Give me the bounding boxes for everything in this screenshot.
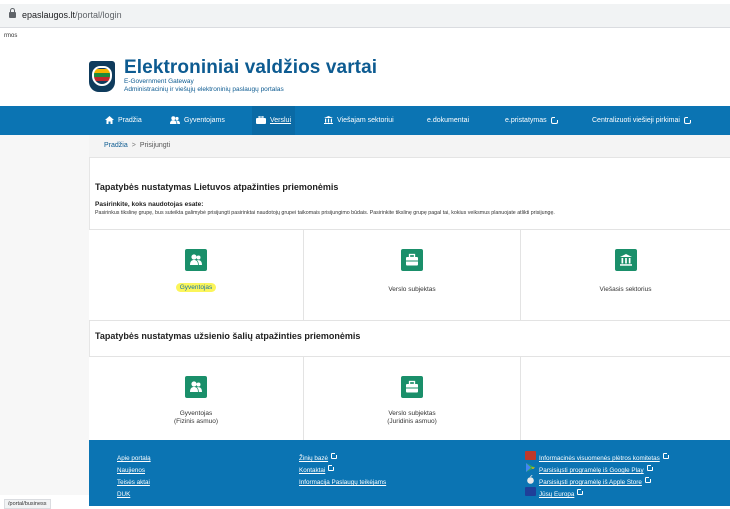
status-bar-url: /portal/business — [4, 499, 51, 509]
address-bar[interactable]: epaslaugos.lt/portal/login — [0, 4, 730, 28]
option-resident[interactable]: Gyventojas — [89, 230, 304, 320]
home-icon — [105, 116, 114, 125]
footer-link-apple-store[interactable]: Parsisiųsti programėlę iš Apple Store — [539, 479, 642, 486]
option-label-foreign-resident: Gyventojas — [179, 410, 213, 417]
external-link-icon — [683, 116, 691, 124]
footer: Apie portalą Naujienos Teisės aktai DUK … — [89, 440, 730, 506]
lock-icon — [9, 8, 16, 18]
option-sublabel-foreign-resident: (Fizinis asmuo) — [173, 418, 219, 425]
footer-link-about[interactable]: Apie portalą — [117, 455, 151, 462]
briefcase-icon — [401, 249, 423, 271]
footer-link-news[interactable]: Naujienos — [117, 467, 145, 474]
option-foreign-business[interactable]: Verslo subjektas (Juridinis asmuo) — [304, 357, 521, 440]
footer-link-ivpk[interactable]: Informacinės visuomenės plėtros komiteta… — [539, 455, 660, 462]
nav-item-home[interactable]: Pradžia — [105, 106, 142, 135]
ivpk-logo-icon — [525, 451, 536, 461]
footer-link-legislation[interactable]: Teisės aktai — [117, 479, 150, 486]
people-icon — [170, 116, 180, 125]
option-foreign-resident[interactable]: Gyventojas (Fizinis asmuo) — [89, 357, 304, 440]
footer-link-knowledge-base[interactable]: Žinių bazė — [299, 455, 328, 462]
user-type-description: Pasirinkus tikslinę grupę, bus suteikta … — [95, 210, 555, 216]
eu-flag-icon — [525, 487, 536, 497]
external-link-icon — [577, 488, 584, 495]
external-link-icon — [328, 464, 335, 471]
lt-auth-options: Gyventojas Verslo subjektas Viešasis sek… — [89, 229, 730, 321]
sidebar-fragment-text: rmos — [4, 33, 18, 39]
nav-item-edocuments[interactable]: e.dokumentai — [427, 106, 469, 135]
foreign-auth-heading: Tapatybės nustatymas užsienio šalių atpa… — [95, 331, 361, 341]
nav-item-residents[interactable]: Gyventojams — [170, 106, 225, 135]
breadcrumb-current: Prisijungti — [139, 142, 171, 149]
breadcrumb: Pradžia > Prisijungti — [89, 135, 730, 158]
option-sublabel-foreign-business: (Juridinis asmuo) — [387, 418, 437, 425]
external-link-icon — [331, 452, 338, 459]
option-label-foreign-business: Verslo subjektas — [388, 410, 436, 417]
nav-item-business[interactable]: Verslui — [252, 106, 296, 135]
option-business-entity[interactable]: Verslo subjektas — [304, 230, 521, 320]
footer-link-google-play[interactable]: Parsisiųsti programėlę iš Google Play — [539, 467, 644, 474]
external-link-icon — [646, 464, 653, 471]
lt-auth-heading: Tapatybės nustatymas Lietuvos atpažintie… — [95, 182, 339, 192]
footer-link-providers[interactable]: Informacija Paslaugų teikėjams — [299, 479, 386, 486]
site-subtitle-lt: Administracinių ir viešųjų elektroninių … — [124, 86, 284, 93]
user-type-prompt: Pasirinkite, koks naudotojas esate: — [95, 201, 204, 208]
nav-item-public-sector[interactable]: Viešajam sektoriui — [324, 106, 394, 135]
footer-col-about: Apie portalą Naujienos Teisės aktai DUK — [117, 450, 151, 498]
option-label-business: Verslo subjektas — [388, 286, 436, 293]
external-link-icon — [662, 452, 669, 459]
main-navigation: Pradžia Gyventojams Verslui Viešajam sek… — [0, 106, 730, 135]
nav-item-procurement[interactable]: Centralizuoti viešieji pirkimai — [592, 106, 691, 135]
url-text[interactable]: epaslaugos.lt/portal/login — [22, 10, 122, 20]
breadcrumb-separator: > — [131, 142, 136, 149]
breadcrumb-home-link[interactable]: Pradžia — [104, 142, 128, 149]
external-link-icon — [644, 476, 651, 483]
institution-icon — [324, 116, 333, 125]
apple-icon — [527, 475, 534, 485]
footer-link-your-europe[interactable]: Jūsų Europa — [539, 491, 574, 498]
people-icon — [185, 376, 207, 398]
option-public-sector[interactable]: Viešasis sektorius — [521, 230, 730, 320]
briefcase-icon — [401, 376, 423, 398]
site-subtitle-en: E-Government Gateway — [124, 78, 194, 85]
footer-col-external: Informacinės visuomenės plėtros komiteta… — [525, 450, 669, 498]
nav-item-edelivery[interactable]: e.pristatymas — [505, 106, 558, 135]
institution-icon — [614, 249, 637, 271]
briefcase-icon — [256, 116, 266, 125]
google-play-icon — [526, 463, 535, 473]
people-icon — [185, 249, 207, 271]
site-title[interactable]: Elektroniniai valdžios vartai — [124, 57, 377, 79]
external-link-icon — [550, 116, 558, 124]
foreign-auth-options: Gyventojas (Fizinis asmuo) Verslo subjek… — [89, 356, 730, 440]
option-label-resident[interactable]: Gyventojas — [175, 283, 217, 292]
option-label-public-sector: Viešasis sektorius — [599, 286, 652, 293]
left-gutter — [0, 135, 89, 495]
gateway-logo-icon[interactable] — [89, 61, 115, 92]
footer-link-contacts[interactable]: Kontaktai — [299, 467, 325, 474]
footer-link-faq[interactable]: DUK — [117, 491, 130, 498]
footer-col-info: Žinių bazė Kontaktai Informacija Paslaug… — [299, 450, 386, 486]
